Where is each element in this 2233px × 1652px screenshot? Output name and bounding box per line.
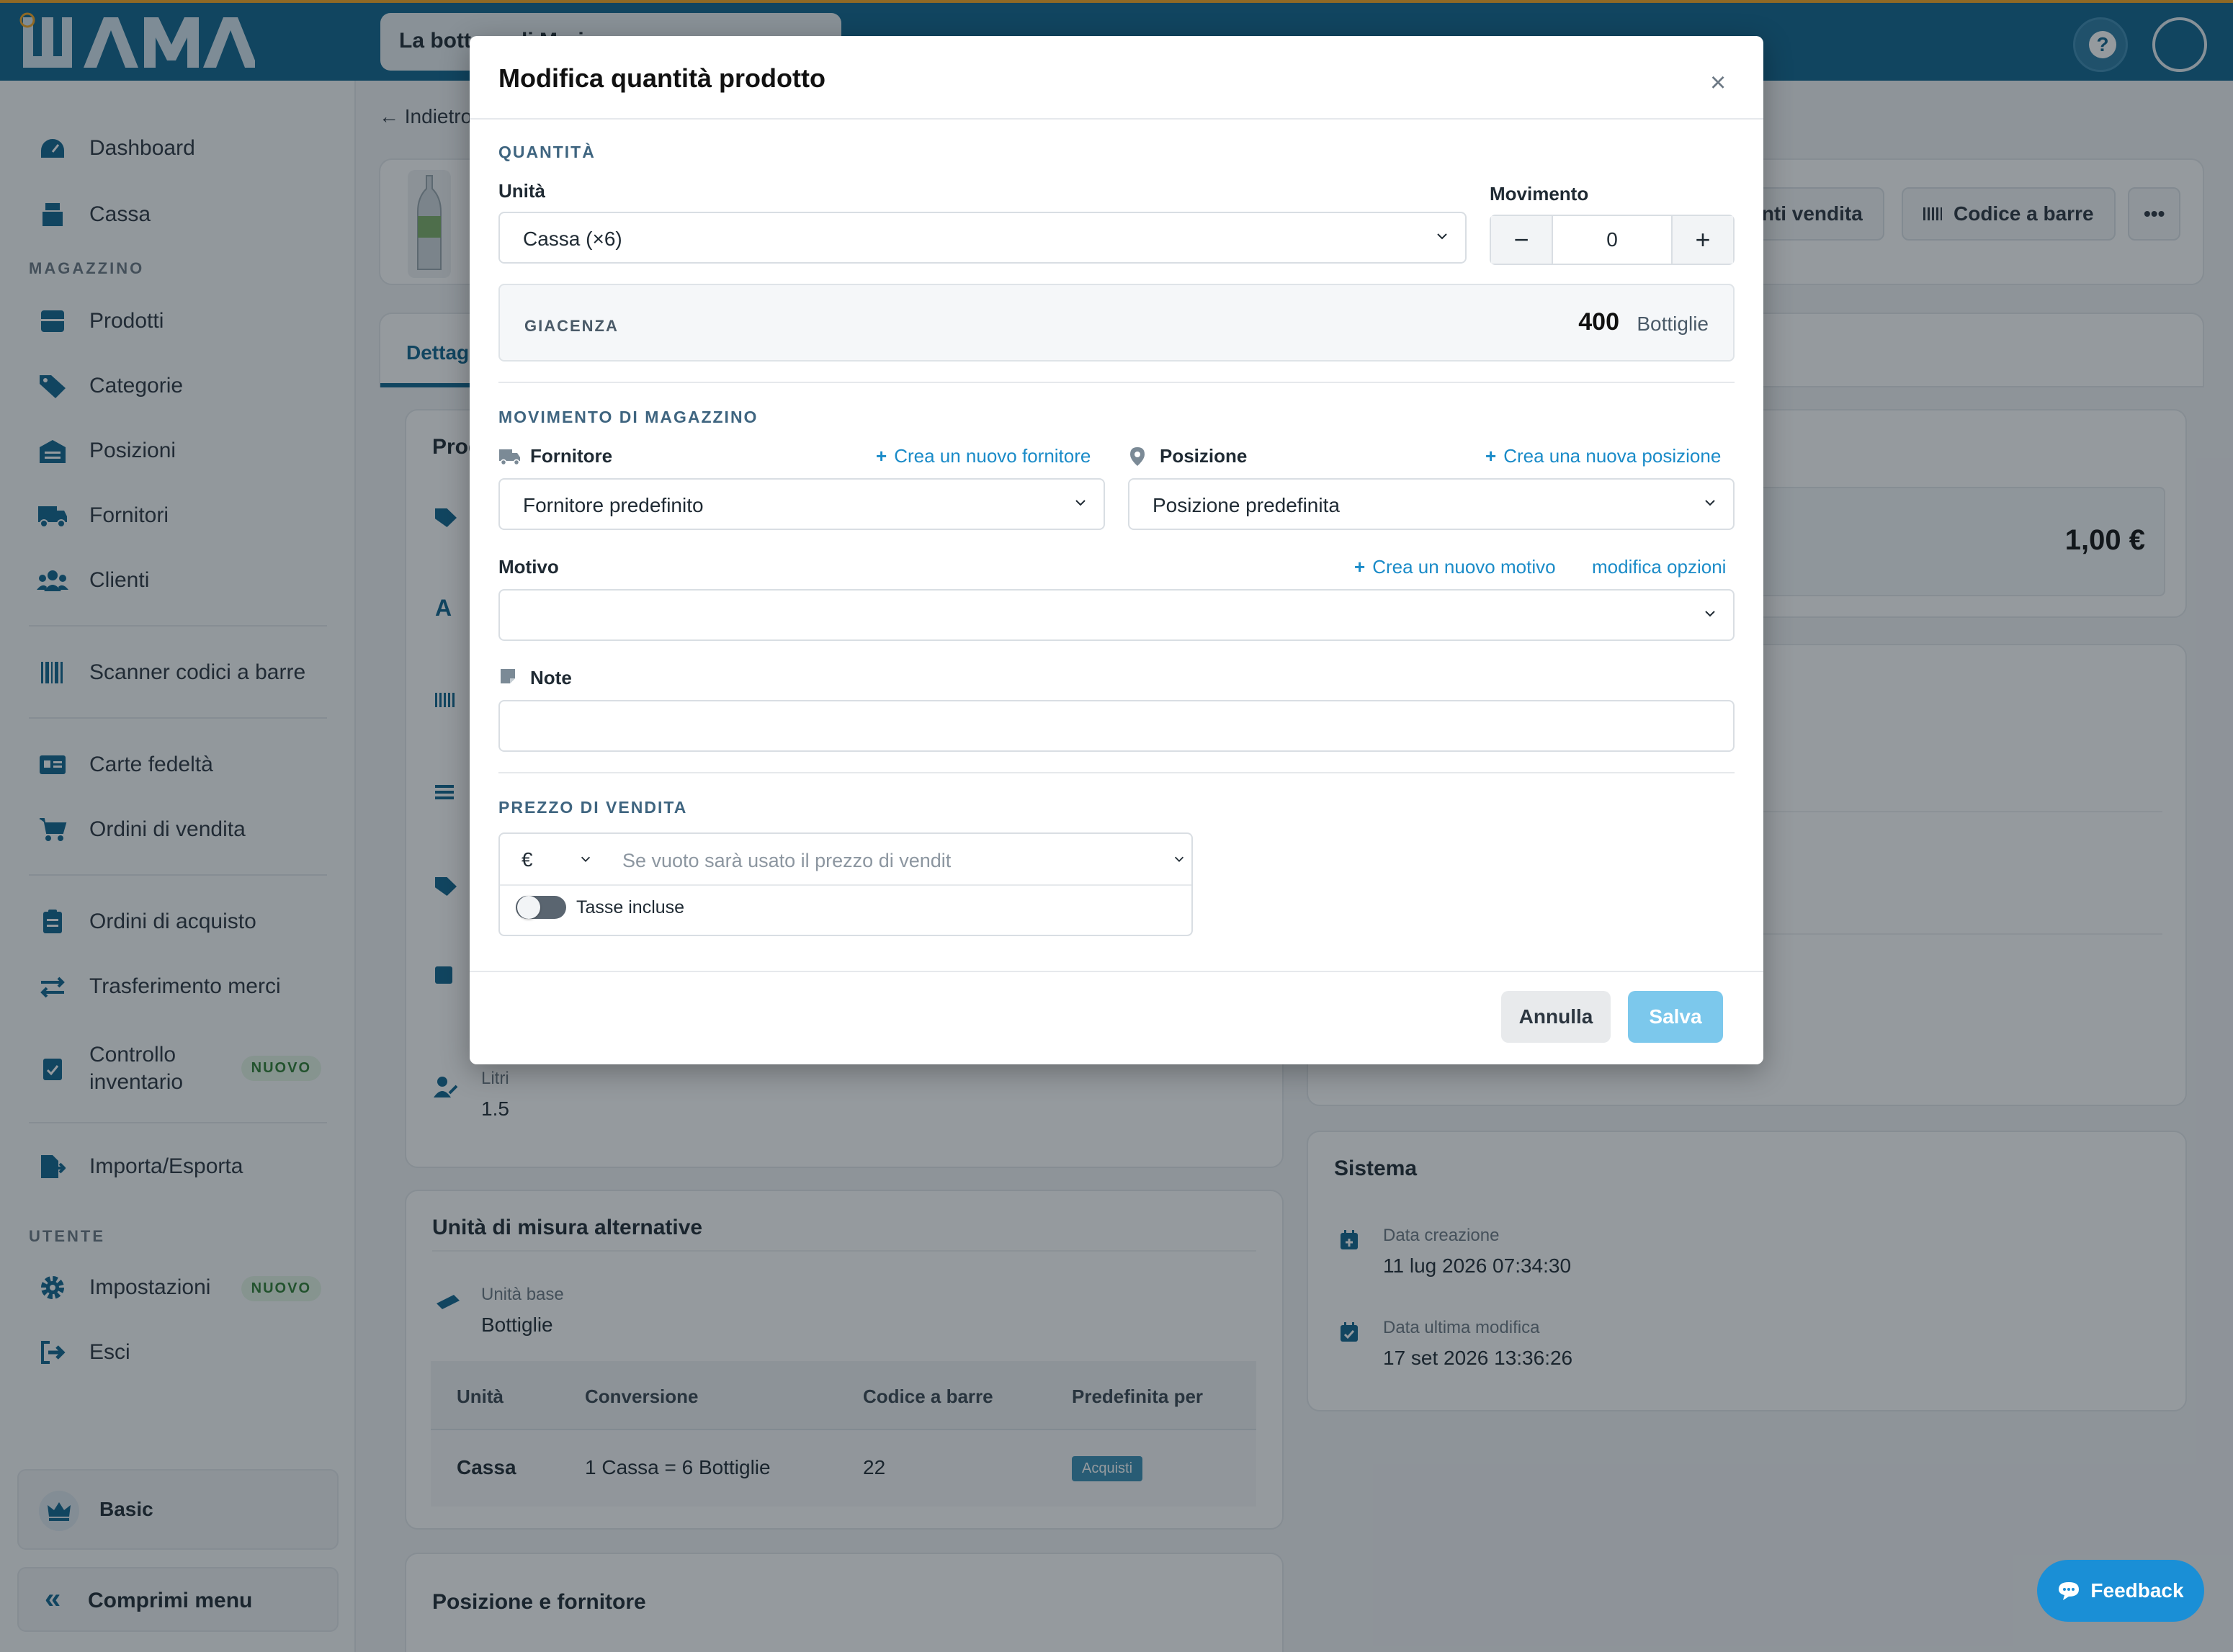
create-reason-link[interactable]: + Crea un nuovo motivo xyxy=(1354,556,1556,578)
tax-included-label: Tasse incluse xyxy=(576,897,685,917)
price-section-title: PREZZO DI VENDITA xyxy=(498,798,688,817)
tax-included-toggle[interactable] xyxy=(516,896,566,919)
close-icon[interactable]: × xyxy=(1710,68,1726,99)
plus-icon: + xyxy=(1354,556,1366,578)
unit-select[interactable]: Cassa (×6) xyxy=(498,212,1467,264)
sticky-note-icon xyxy=(501,669,515,683)
price-input[interactable]: Se vuoto sarà usato il prezzo di vendit xyxy=(622,850,951,872)
supplier-select[interactable]: Fornitore predefinito xyxy=(498,478,1105,530)
position-select[interactable]: Posizione predefinita xyxy=(1128,478,1735,530)
edit-options-link[interactable]: modifica opzioni xyxy=(1592,556,1726,578)
truck-icon xyxy=(499,449,520,465)
chevron-down-icon xyxy=(1705,500,1715,506)
feedback-label: Feedback xyxy=(2090,1579,2184,1602)
create-supplier-label: Crea un nuovo fornitore xyxy=(894,445,1091,467)
modal-title: Modifica quantità prodotto xyxy=(498,63,825,93)
supplier-select-value: Fornitore predefinito xyxy=(523,494,704,516)
chevron-down-icon[interactable] xyxy=(1173,853,1186,866)
decrement-button[interactable]: − xyxy=(1491,216,1552,264)
feedback-button[interactable]: Feedback xyxy=(2037,1560,2204,1622)
create-supplier-link[interactable]: + Crea un nuovo fornitore xyxy=(876,445,1091,467)
save-button[interactable]: Salva xyxy=(1628,991,1723,1043)
divider xyxy=(498,772,1735,773)
increment-button[interactable]: + xyxy=(1673,216,1733,264)
note-label: Note xyxy=(530,667,572,688)
price-input-group: € Se vuoto sarà usato il prezzo di vendi… xyxy=(498,832,1193,936)
stock-box: GIACENZA 400 Bottiglie xyxy=(498,284,1735,362)
create-reason-label: Crea un nuovo motivo xyxy=(1372,556,1556,578)
reason-label: Motivo xyxy=(498,556,559,578)
plus-icon: + xyxy=(1485,445,1497,467)
currency-select[interactable]: € xyxy=(522,848,533,871)
chevron-down-icon xyxy=(1705,611,1715,617)
chevron-down-icon[interactable] xyxy=(579,853,592,866)
modal-footer: Annulla Salva xyxy=(470,971,1763,1064)
quantity-section-title: QUANTITÀ xyxy=(498,143,596,161)
chevron-down-icon xyxy=(1075,500,1086,506)
cancel-button[interactable]: Annulla xyxy=(1501,991,1611,1043)
create-position-link[interactable]: + Crea una nuova posizione xyxy=(1485,445,1721,467)
position-label: Posizione xyxy=(1160,445,1248,467)
edit-quantity-modal: Modifica quantità prodotto × QUANTITÀ Un… xyxy=(470,36,1763,1064)
note-input[interactable] xyxy=(498,700,1735,752)
movement-label: Movimento xyxy=(1490,183,1589,205)
modal-header: Modifica quantità prodotto × xyxy=(470,36,1763,120)
chat-icon xyxy=(2059,1582,2080,1600)
chevron-down-icon xyxy=(1437,233,1447,240)
stock-value: 400 xyxy=(1578,308,1619,336)
stock-label: GIACENZA xyxy=(524,317,619,335)
warehouse-section-title: MOVIMENTO DI MAGAZZINO xyxy=(498,408,758,426)
reason-select[interactable] xyxy=(498,589,1735,641)
position-select-value: Posizione predefinita xyxy=(1153,494,1340,516)
supplier-label: Fornitore xyxy=(530,445,613,467)
create-position-label: Crea una nuova posizione xyxy=(1503,445,1722,467)
stock-unit: Bottiglie xyxy=(1637,313,1709,335)
movement-value[interactable]: 0 xyxy=(1552,216,1673,264)
divider xyxy=(498,382,1735,383)
price-input-row: € Se vuoto sarà usato il prezzo di vendi… xyxy=(500,834,1191,886)
unit-select-value: Cassa (×6) xyxy=(523,228,622,250)
unit-label: Unità xyxy=(498,180,545,202)
plus-icon: + xyxy=(876,445,887,467)
map-marker-icon xyxy=(1130,447,1145,466)
movement-stepper[interactable]: − 0 + xyxy=(1490,215,1735,265)
